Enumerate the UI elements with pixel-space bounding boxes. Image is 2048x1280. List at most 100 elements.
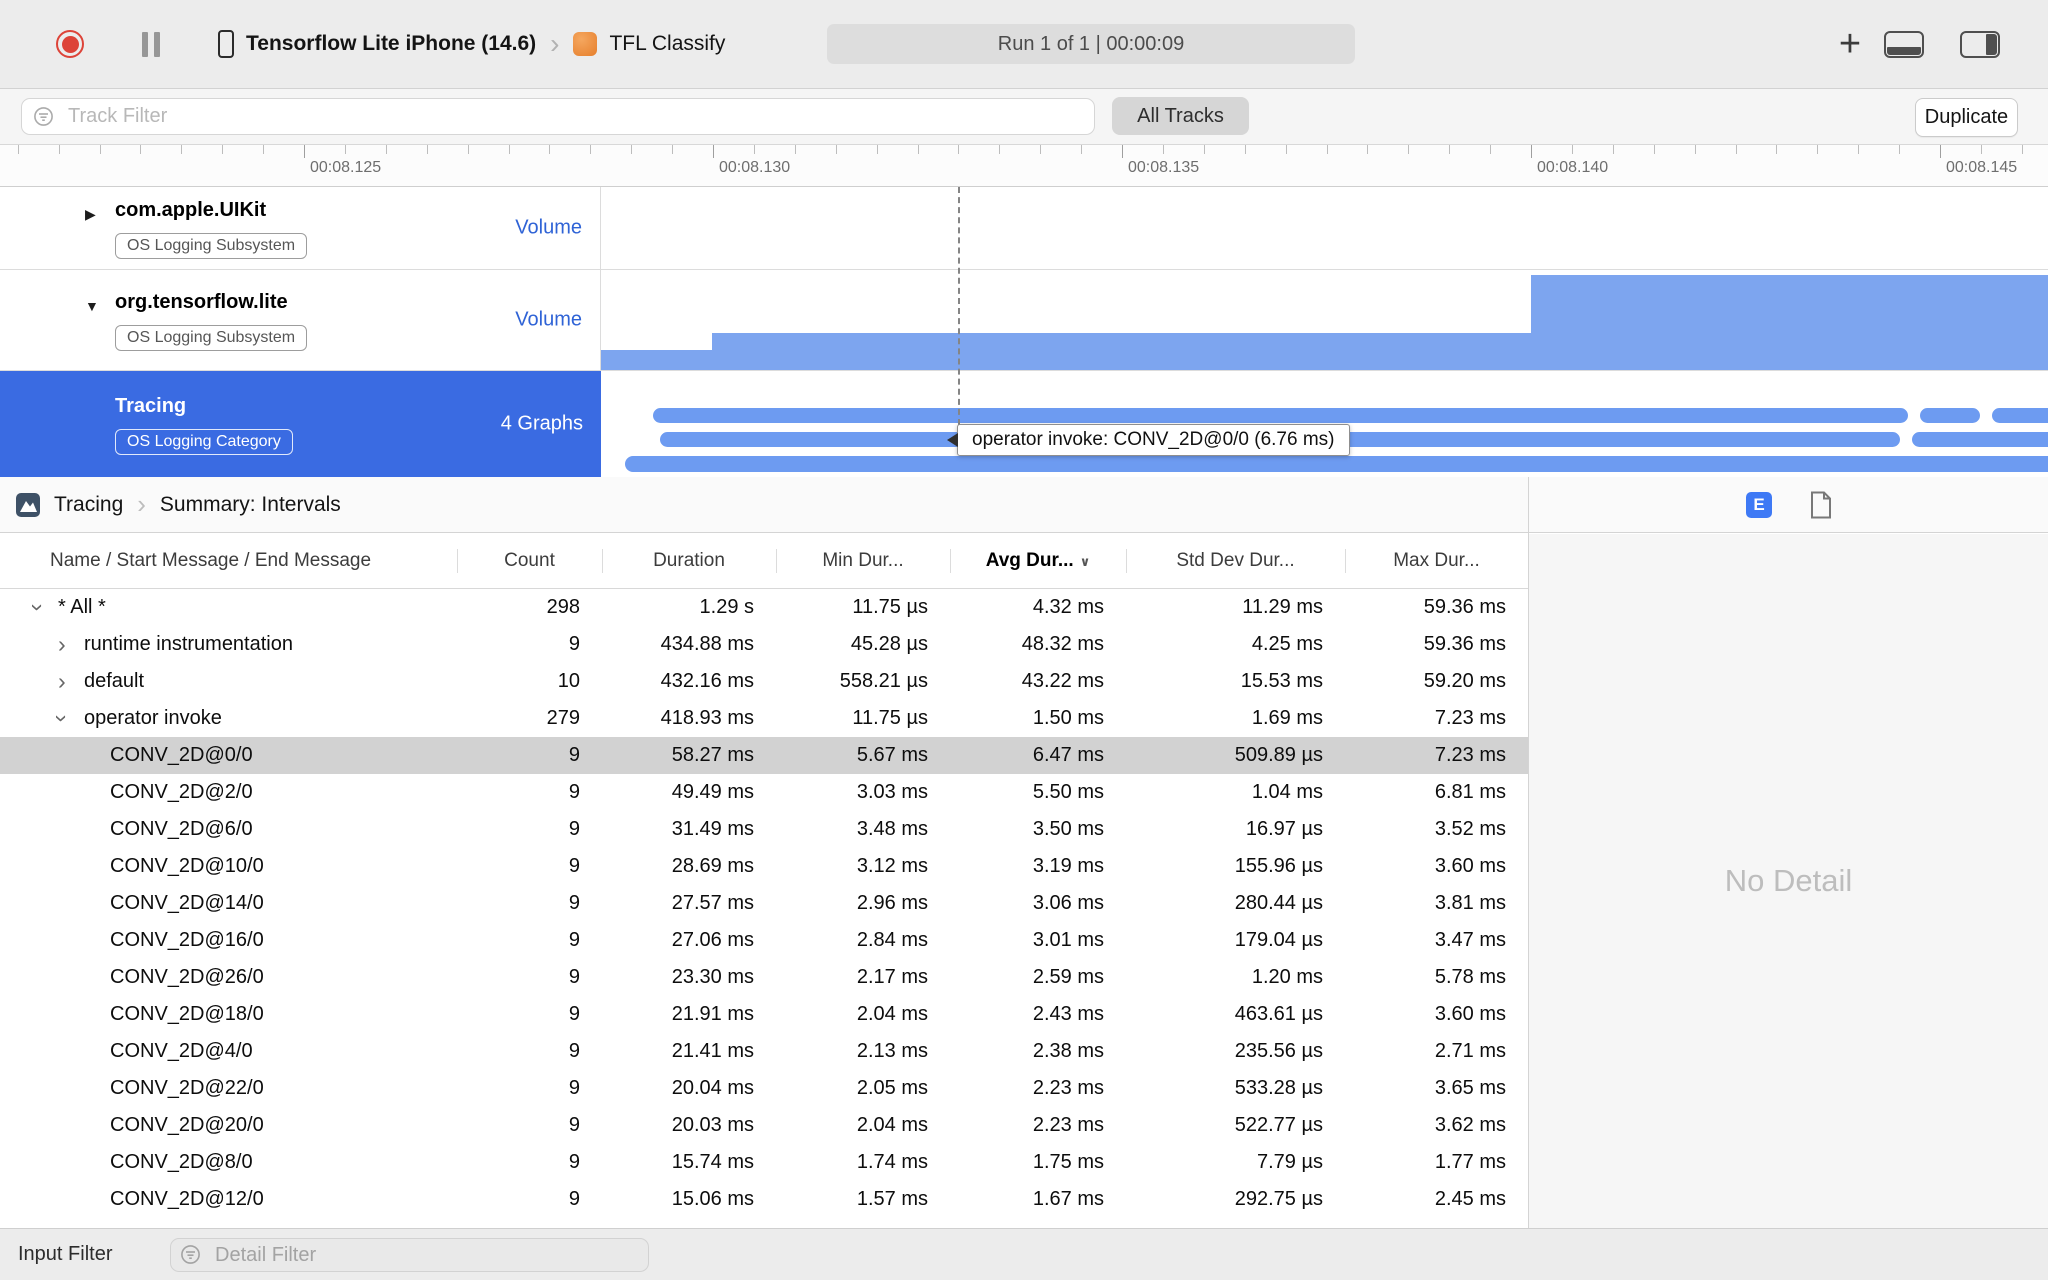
- table-row[interactable]: › * All * 298 1.29 s 11.75 µs 4.32 ms 11.29 ms…: [0, 589, 1528, 626]
- bottom-pane-toggle-icon[interactable]: [1884, 31, 1924, 58]
- column-header-name[interactable]: Name / Start Message / End Message: [0, 534, 457, 588]
- track-badge: OS Logging Category: [115, 428, 293, 455]
- row-value: 1.29 s: [699, 596, 754, 618]
- row-value: 43.22 ms: [1021, 670, 1104, 692]
- row-disclosure-icon[interactable]: ›: [19, 604, 56, 612]
- row-name: CONV_2D@2/0: [110, 781, 253, 803]
- lane-label: Volume: [515, 308, 582, 331]
- ruler-tick: [1858, 145, 1860, 154]
- ruler-label: 00:08.140: [1537, 159, 1609, 176]
- table-row[interactable]: CONV_2D@18/0 9 21.91 ms 2.04 ms 2.43 ms 463.6…: [0, 996, 1528, 1033]
- row-name-cell: CONV_2D@12/0: [0, 1181, 457, 1218]
- column-header-stddev[interactable]: Std Dev Dur...: [1126, 534, 1345, 588]
- table-row[interactable]: CONV_2D@6/0 9 31.49 ms 3.48 ms 3.50 ms 16.97 …: [0, 811, 1528, 848]
- table-row[interactable]: CONV_2D@22/0 9 20.04 ms 2.05 ms 2.23 ms 533.2…: [0, 1070, 1528, 1107]
- table-row[interactable]: CONV_2D@16/0 9 27.06 ms 2.84 ms 3.01 ms 179.0…: [0, 922, 1528, 959]
- row-value: 6.47 ms: [1032, 744, 1104, 766]
- inspection-playhead[interactable]: [958, 187, 960, 425]
- table-row[interactable]: › default 10 432.16 ms 558.21 µs 43.22 ms 15.5…: [0, 663, 1528, 700]
- expanded-detail-button[interactable]: E: [1746, 492, 1772, 518]
- disclosure-collapsed-icon[interactable]: ▶: [85, 202, 96, 226]
- row-value: 2.71 ms: [1434, 1040, 1506, 1062]
- column-header-duration[interactable]: Duration: [602, 534, 776, 588]
- table-row[interactable]: › runtime instrumentation 9 434.88 ms 45.28 …: [0, 626, 1528, 663]
- ruler-tick: [344, 145, 346, 154]
- duplicate-button[interactable]: Duplicate: [1915, 98, 2018, 137]
- row-disclosure-icon[interactable]: ›: [58, 626, 66, 663]
- track-filter-input[interactable]: [21, 98, 1095, 135]
- row-value: 3.01 ms: [1032, 929, 1104, 951]
- table-row[interactable]: CONV_2D@8/0 9 15.74 ms 1.74 ms 1.75 ms 7.79 µ…: [0, 1144, 1528, 1181]
- table-row[interactable]: CONV_2D@2/0 9 49.49 ms 3.03 ms 5.50 ms 1.04 m…: [0, 774, 1528, 811]
- ruler-tick: [1162, 145, 1164, 154]
- row-value: 1.74 ms: [856, 1151, 928, 1173]
- column-header-min[interactable]: Min Dur...: [776, 534, 950, 588]
- row-value: 509.89 µs: [1234, 744, 1323, 766]
- table-row[interactable]: CONV_2D@14/0 9 27.57 ms 2.96 ms 3.06 ms 280.4…: [0, 885, 1528, 922]
- row-name-cell: CONV_2D@16/0: [0, 922, 457, 959]
- column-header-count[interactable]: Count: [457, 534, 602, 588]
- pause-button[interactable]: [142, 32, 162, 57]
- intervals-table: Name / Start Message / End Message Count…: [0, 534, 1528, 1228]
- timeline-ruler[interactable]: 00:08.125 00:08.130 00:08.135 00:08.140 00:0…: [0, 145, 2048, 187]
- row-value: 5.50 ms: [1032, 781, 1104, 803]
- row-value: 9: [568, 781, 580, 803]
- ruler-tick: [1899, 145, 1901, 154]
- column-header-max[interactable]: Max Dur...: [1345, 534, 1528, 588]
- document-icon[interactable]: [1810, 491, 1832, 519]
- ruler-tick: [2021, 145, 2023, 154]
- track-header: ▼ org.tensorflow.lite OS Logging Subsyst…: [0, 270, 601, 370]
- row-value: 11.75 µs: [852, 707, 928, 729]
- right-pane-toggle-icon[interactable]: [1960, 31, 2000, 58]
- row-value: 235.56 µs: [1234, 1040, 1323, 1062]
- row-value: 280.44 µs: [1234, 892, 1323, 914]
- all-tracks-button[interactable]: All Tracks: [1112, 97, 1249, 135]
- row-name-cell: CONV_2D@14/0: [0, 885, 457, 922]
- table-row[interactable]: CONV_2D@26/0 9 23.30 ms 2.17 ms 2.59 ms 1.20 …: [0, 959, 1528, 996]
- track-badge: OS Logging Subsystem: [115, 324, 308, 351]
- device-selector[interactable]: Tensorflow Lite iPhone (14.6) › TFL Clas…: [218, 24, 725, 64]
- row-name-cell: CONV_2D@20/0: [0, 1107, 457, 1144]
- tracing-instrument-icon: [16, 492, 40, 517]
- detail-filter-input[interactable]: [170, 1238, 649, 1272]
- row-name-cell: CONV_2D@6/0: [0, 811, 457, 848]
- row-disclosure-icon[interactable]: ›: [58, 663, 66, 700]
- ruler-tick: [1571, 145, 1573, 154]
- track-lane[interactable]: [601, 187, 2048, 269]
- row-value: 20.03 ms: [671, 1114, 754, 1136]
- record-button[interactable]: [56, 30, 84, 58]
- table-row[interactable]: CONV_2D@10/0 9 28.69 ms 3.12 ms 3.19 ms 155.9…: [0, 848, 1528, 885]
- row-value: 463.61 µs: [1234, 1003, 1323, 1025]
- row-value: 11.29 ms: [1242, 596, 1323, 618]
- track-row-uikit[interactable]: ▶ com.apple.UIKit OS Logging Subsystem V…: [0, 187, 2048, 270]
- expanded-detail-label: E: [1753, 495, 1765, 514]
- ruler-tick: [1408, 145, 1410, 154]
- disclosure-expanded-icon[interactable]: ▼: [85, 294, 99, 318]
- table-row[interactable]: CONV_2D@20/0 9 20.03 ms 2.04 ms 2.23 ms 522.7…: [0, 1107, 1528, 1144]
- add-instrument-button[interactable]: +: [1828, 20, 1872, 68]
- table-row[interactable]: CONV_2D@0/0 9 58.27 ms 5.67 ms 6.47 ms 509.89…: [0, 737, 1528, 774]
- ruler-label: 00:08.135: [1128, 159, 1200, 176]
- table-row[interactable]: CONV_2D@4/0 9 21.41 ms 2.13 ms 2.38 ms 235.56…: [0, 1033, 1528, 1070]
- ruler-tick: [1776, 145, 1778, 154]
- row-name: CONV_2D@14/0: [110, 892, 264, 914]
- row-value: 3.65 ms: [1434, 1077, 1506, 1099]
- ruler-tick: [99, 145, 101, 154]
- row-disclosure-icon[interactable]: ›: [43, 715, 80, 723]
- instruments-window: Tensorflow Lite iPhone (14.6) › TFL Clas…: [0, 0, 2048, 1280]
- table-row[interactable]: › operator invoke 279 418.93 ms 11.75 µs 1.50…: [0, 700, 1528, 737]
- column-header-avg[interactable]: Avg Dur... ∨: [950, 534, 1126, 588]
- row-value: 7.23 ms: [1434, 744, 1506, 766]
- ruler-tick: [958, 145, 960, 154]
- track-title: Tracing: [115, 394, 187, 417]
- ruler-tick: [917, 145, 919, 154]
- table-row[interactable]: CONV_2D@12/0 9 15.06 ms 1.57 ms 1.67 ms 292.7…: [0, 1181, 1528, 1218]
- ruler-tick: [631, 145, 633, 154]
- row-value: 3.60 ms: [1434, 855, 1506, 877]
- row-name: runtime instrumentation: [84, 633, 293, 655]
- row-name: CONV_2D@0/0: [110, 744, 253, 766]
- track-lane[interactable]: [601, 270, 2048, 370]
- breadcrumb-root[interactable]: Tracing: [54, 493, 123, 517]
- row-value: 1.67 ms: [1032, 1188, 1104, 1210]
- track-row-tensorflow[interactable]: ▼ org.tensorflow.lite OS Logging Subsyst…: [0, 270, 2048, 371]
